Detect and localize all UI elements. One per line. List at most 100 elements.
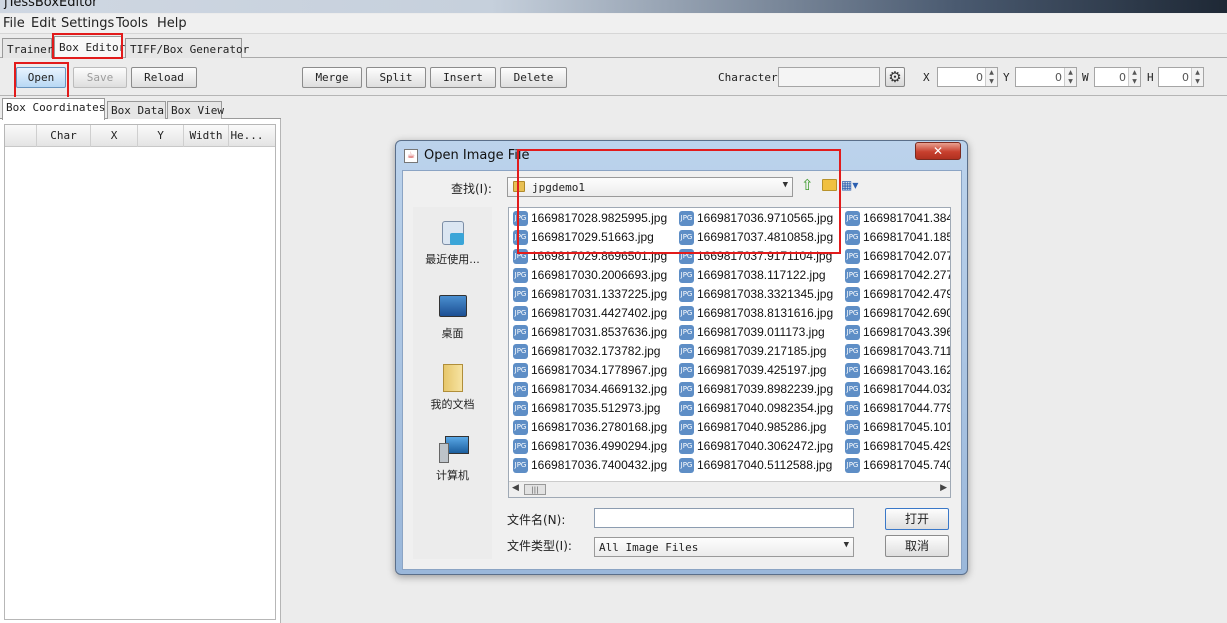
file-item[interactable]: JPG 1669817044.032 xyxy=(843,380,951,399)
filetype-combo[interactable]: All Image Files ▼ xyxy=(594,537,854,557)
menu-tools[interactable]: Tools xyxy=(116,16,148,31)
w-spinner[interactable]: 0 ▲ ▼ xyxy=(1094,67,1141,87)
x-spinner[interactable]: 0 ▲ ▼ xyxy=(937,67,998,87)
file-item[interactable]: JPG 1669817036.7400432.jpg xyxy=(511,456,667,475)
file-item[interactable]: JPG 1669817031.4427402.jpg xyxy=(511,304,667,323)
file-item[interactable]: JPG 1669817040.0982354.jpg xyxy=(677,399,833,418)
character-label: Character xyxy=(718,71,778,84)
file-item[interactable]: JPG 1669817040.985286.jpg xyxy=(677,418,826,437)
spinner-arrows-icon[interactable]: ▲ ▼ xyxy=(1191,68,1203,86)
file-item[interactable]: JPG 1669817045.429 xyxy=(843,437,950,456)
spinner-arrows-icon[interactable]: ▲ ▼ xyxy=(1128,68,1140,86)
place-computer[interactable]: 计算机 xyxy=(413,435,492,483)
file-item[interactable]: JPG 1669817043.396 xyxy=(843,323,951,342)
column-header-char[interactable]: Char xyxy=(37,125,91,147)
file-item[interactable]: JPG 1669817038.8131616.jpg xyxy=(677,304,833,323)
jpg-file-icon: JPG xyxy=(679,401,694,416)
file-item[interactable]: JPG 1669817034.1778967.jpg xyxy=(511,361,667,380)
file-item[interactable]: JPG 1669817036.2780168.jpg xyxy=(511,418,667,437)
column-header-x[interactable]: X xyxy=(91,125,138,147)
file-name: 1669817043.396 xyxy=(863,325,951,339)
file-item[interactable]: JPG 1669817042.277 xyxy=(843,266,950,285)
file-item[interactable]: JPG 1669817032.173782.jpg xyxy=(511,342,660,361)
file-name: 1669817040.3062472.jpg xyxy=(697,439,834,453)
jpg-file-icon: JPG xyxy=(845,401,860,416)
file-item[interactable]: JPG 1669817042.690 xyxy=(843,304,950,323)
file-item[interactable]: JPG 1669817038.117122.jpg xyxy=(677,266,826,285)
view-menu-icon[interactable]: ▦▾ xyxy=(841,179,863,191)
open-file-button[interactable]: 打开 xyxy=(885,508,949,530)
file-item[interactable]: JPG 1669817042.077 xyxy=(843,247,950,266)
file-item[interactable]: JPG 1669817039.011173.jpg xyxy=(677,323,825,342)
file-name: 1669817039.217185.jpg xyxy=(697,344,827,358)
place-computer-label: 计算机 xyxy=(436,469,469,482)
file-item[interactable]: JPG 1669817045.740 xyxy=(843,456,950,475)
jpg-file-icon: JPG xyxy=(513,363,528,378)
filename-input[interactable] xyxy=(594,508,854,528)
character-field[interactable] xyxy=(778,67,880,87)
tab-trainer[interactable]: Trainer xyxy=(2,38,53,58)
menu-file[interactable]: File xyxy=(3,16,25,31)
highlight-open-button xyxy=(14,62,69,99)
file-item[interactable]: JPG 1669817045.101 xyxy=(843,418,950,437)
file-name: 1669817036.4990294.jpg xyxy=(531,439,668,453)
delete-button[interactable]: Delete xyxy=(500,67,567,88)
tab-box-coordinates[interactable]: Box Coordinates xyxy=(2,98,105,120)
file-item[interactable]: JPG 1669817043.711 xyxy=(843,342,951,361)
y-spinner[interactable]: 0 ▲ ▼ xyxy=(1015,67,1077,87)
column-header-index[interactable] xyxy=(5,125,37,147)
documents-icon xyxy=(436,364,470,394)
jpg-file-icon: JPG xyxy=(513,401,528,416)
column-header-height[interactable]: He... xyxy=(229,125,265,147)
file-item[interactable]: JPG 1669817031.1337225.jpg xyxy=(511,285,667,304)
file-item[interactable]: JPG 1669817039.425197.jpg xyxy=(677,361,826,380)
file-item[interactable]: JPG 1669817038.3321345.jpg xyxy=(677,285,833,304)
h-spinner[interactable]: 0 ▲ ▼ xyxy=(1158,67,1204,87)
horizontal-scrollbar[interactable]: ◀ ||| ▶ xyxy=(509,481,950,497)
tab-tiff-box-generator[interactable]: TIFF/Box Generator xyxy=(125,38,249,58)
box-table[interactable]: Char X Y Width He... xyxy=(4,124,276,620)
jpg-file-icon: JPG xyxy=(845,230,860,245)
merge-button[interactable]: Merge xyxy=(302,67,362,88)
file-item[interactable]: JPG 1669817044.779 xyxy=(843,399,950,418)
close-icon[interactable]: ✕ xyxy=(915,142,961,160)
scroll-right-icon[interactable]: ▶ xyxy=(940,483,947,493)
file-item[interactable]: JPG 1669817030.2006693.jpg xyxy=(511,266,667,285)
place-desktop[interactable]: 桌面 xyxy=(413,293,492,341)
place-documents[interactable]: 我的文档 xyxy=(413,364,492,412)
split-button[interactable]: Split xyxy=(366,67,426,88)
file-name: 1669817044.032 xyxy=(863,382,951,396)
file-item[interactable]: JPG 1669817043.162 xyxy=(843,361,950,380)
menu-help[interactable]: Help xyxy=(157,16,187,31)
column-header-width[interactable]: Width xyxy=(184,125,229,147)
column-header-y[interactable]: Y xyxy=(138,125,184,147)
scroll-left-icon[interactable]: ◀ xyxy=(512,483,519,493)
file-name: 1669817043.711 xyxy=(863,344,951,358)
file-item[interactable]: JPG 1669817040.3062472.jpg xyxy=(677,437,833,456)
file-item[interactable]: JPG 1669817034.4669132.jpg xyxy=(511,380,667,399)
table-header: Char X Y Width He... xyxy=(5,125,275,147)
file-item[interactable]: JPG 1669817042.479 xyxy=(843,285,950,304)
menu-edit[interactable]: Edit xyxy=(31,16,56,31)
gear-icon[interactable]: ⚙ xyxy=(885,67,905,87)
tab-box-data[interactable]: Box Data xyxy=(107,101,166,119)
file-item[interactable]: JPG 1669817036.4990294.jpg xyxy=(511,437,667,456)
file-name: 1669817041.384 xyxy=(863,211,951,225)
save-button[interactable]: Save xyxy=(73,67,127,88)
place-recent[interactable]: 最近使用... xyxy=(413,219,492,267)
reload-button[interactable]: Reload xyxy=(131,67,197,88)
file-item[interactable]: JPG 1669817039.217185.jpg xyxy=(677,342,826,361)
tab-box-view[interactable]: Box View xyxy=(167,101,224,119)
cancel-file-button[interactable]: 取消 xyxy=(885,535,949,557)
file-item[interactable]: JPG 1669817039.8982239.jpg xyxy=(677,380,833,399)
file-item[interactable]: JPG 1669817041.185 xyxy=(843,228,950,247)
file-item[interactable]: JPG 1669817041.384 xyxy=(843,209,951,228)
spinner-arrows-icon[interactable]: ▲ ▼ xyxy=(985,68,997,86)
insert-button[interactable]: Insert xyxy=(430,67,496,88)
file-item[interactable]: JPG 1669817035.512973.jpg xyxy=(511,399,660,418)
file-item[interactable]: JPG 1669817031.8537636.jpg xyxy=(511,323,667,342)
spinner-arrows-icon[interactable]: ▲ ▼ xyxy=(1064,68,1076,86)
scroll-thumb[interactable]: ||| xyxy=(524,484,546,495)
file-item[interactable]: JPG 1669817040.5112588.jpg xyxy=(677,456,832,475)
menu-settings[interactable]: Settings xyxy=(61,16,114,31)
